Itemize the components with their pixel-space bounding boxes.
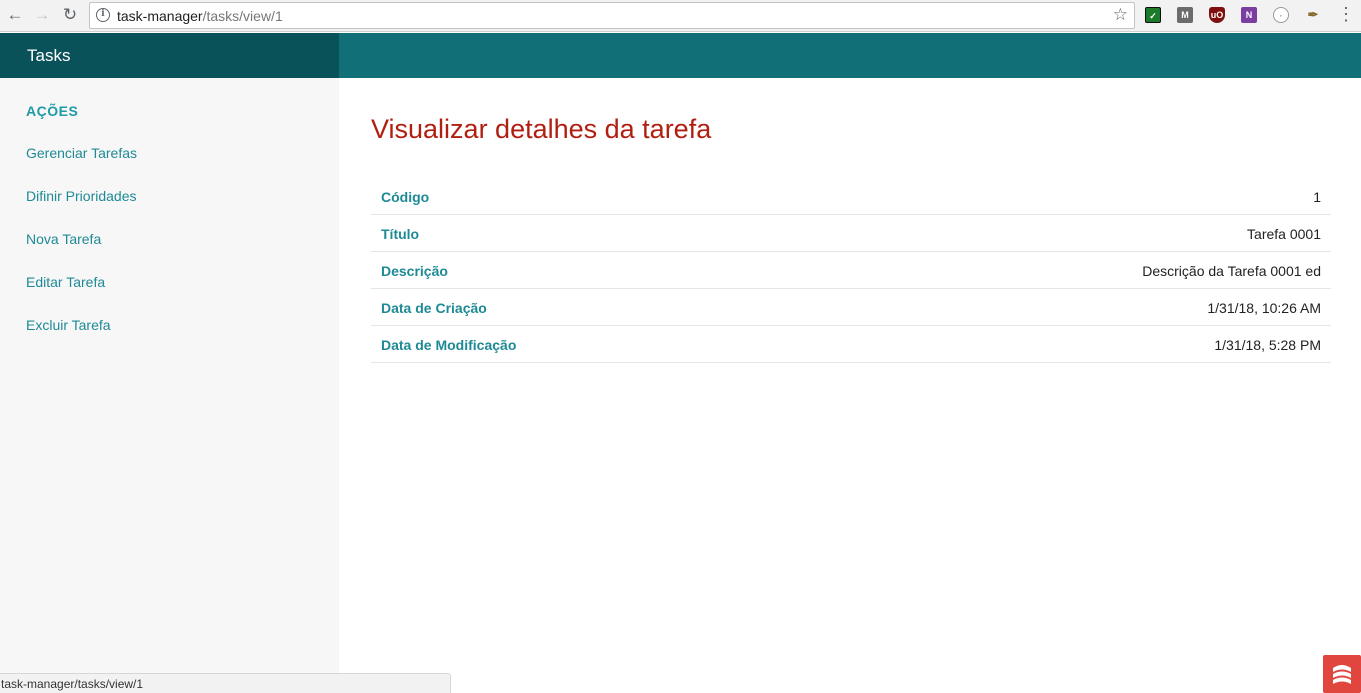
extension-pen-icon[interactable]: ✒	[1305, 7, 1321, 23]
detail-value: 1/31/18, 5:28 PM	[1214, 337, 1321, 353]
forward-arrow-icon[interactable]: →	[31, 4, 53, 26]
detail-row-data-criacao: Data de Criação 1/31/18, 10:26 AM	[371, 289, 1331, 326]
status-url: task-manager/tasks/view/1	[1, 677, 144, 691]
detail-label: Título	[381, 226, 420, 242]
browser-menu-icon[interactable]: ⋮	[1337, 4, 1355, 25]
extension-checkmark-icon[interactable]: ✓	[1145, 7, 1161, 23]
detail-label: Data de Modificação	[381, 337, 517, 353]
sidebar-heading: AÇÕES	[26, 103, 79, 119]
sidebar-item-gerenciar-tarefas[interactable]: Gerenciar Tarefas	[26, 145, 137, 161]
detail-value: Descrição da Tarefa 0001 ed	[1142, 263, 1321, 279]
detail-row-data-modificacao: Data de Modificação 1/31/18, 5:28 PM	[371, 326, 1331, 363]
sidebar-item-definir-prioridades[interactable]: Difinir Prioridades	[26, 188, 136, 204]
extension-ublock-icon[interactable]: uO	[1209, 7, 1225, 23]
task-details-table: Código 1 Título Tarefa 0001 Descrição De…	[371, 178, 1331, 363]
detail-value: 1/31/18, 10:26 AM	[1207, 300, 1321, 316]
url-text[interactable]: task-manager/tasks/view/1	[117, 8, 283, 24]
browser-toolbar: ← → ↻ i task-manager/tasks/view/1 ☆ ✓ M …	[0, 0, 1361, 32]
url-path: /tasks/view/1	[202, 8, 283, 24]
url-host: task-manager	[117, 8, 203, 24]
browser-status-bar: task-manager/tasks/view/1	[0, 673, 451, 693]
sidebar-item-editar-tarefa[interactable]: Editar Tarefa	[26, 274, 105, 290]
detail-row-codigo: Código 1	[371, 178, 1331, 215]
detail-value: 1	[1313, 189, 1321, 205]
sidebar-item-nova-tarefa[interactable]: Nova Tarefa	[26, 231, 101, 247]
extension-m-icon[interactable]: M	[1177, 7, 1193, 23]
detail-label: Código	[381, 189, 430, 205]
reload-icon[interactable]: ↻	[59, 4, 81, 26]
address-bar[interactable]: i task-manager/tasks/view/1 ☆	[89, 2, 1135, 29]
app-header: Tasks	[0, 33, 1361, 78]
sidebar: AÇÕES Gerenciar Tarefas Difinir Priorida…	[0, 78, 339, 693]
back-arrow-icon[interactable]: ←	[4, 4, 26, 26]
detail-label: Descrição	[381, 263, 448, 279]
info-icon[interactable]: i	[96, 8, 110, 22]
page-title: Visualizar detalhes da tarefa	[371, 114, 712, 144]
detail-row-descricao: Descrição Descrição da Tarefa 0001 ed	[371, 252, 1331, 289]
sidebar-item-excluir-tarefa[interactable]: Excluir Tarefa	[26, 317, 111, 333]
extension-circle-icon[interactable]: ·	[1273, 7, 1289, 23]
brand-title: Tasks	[27, 46, 71, 65]
detail-row-titulo: Título Tarefa 0001	[371, 215, 1331, 252]
detail-value: Tarefa 0001	[1247, 226, 1321, 242]
bookmark-star-icon[interactable]: ☆	[1113, 5, 1128, 25]
extension-onenote-icon[interactable]: N	[1241, 7, 1257, 23]
detail-label: Data de Criação	[381, 300, 487, 316]
corner-widget-icon[interactable]	[1323, 655, 1361, 693]
brand[interactable]: Tasks	[0, 33, 339, 78]
